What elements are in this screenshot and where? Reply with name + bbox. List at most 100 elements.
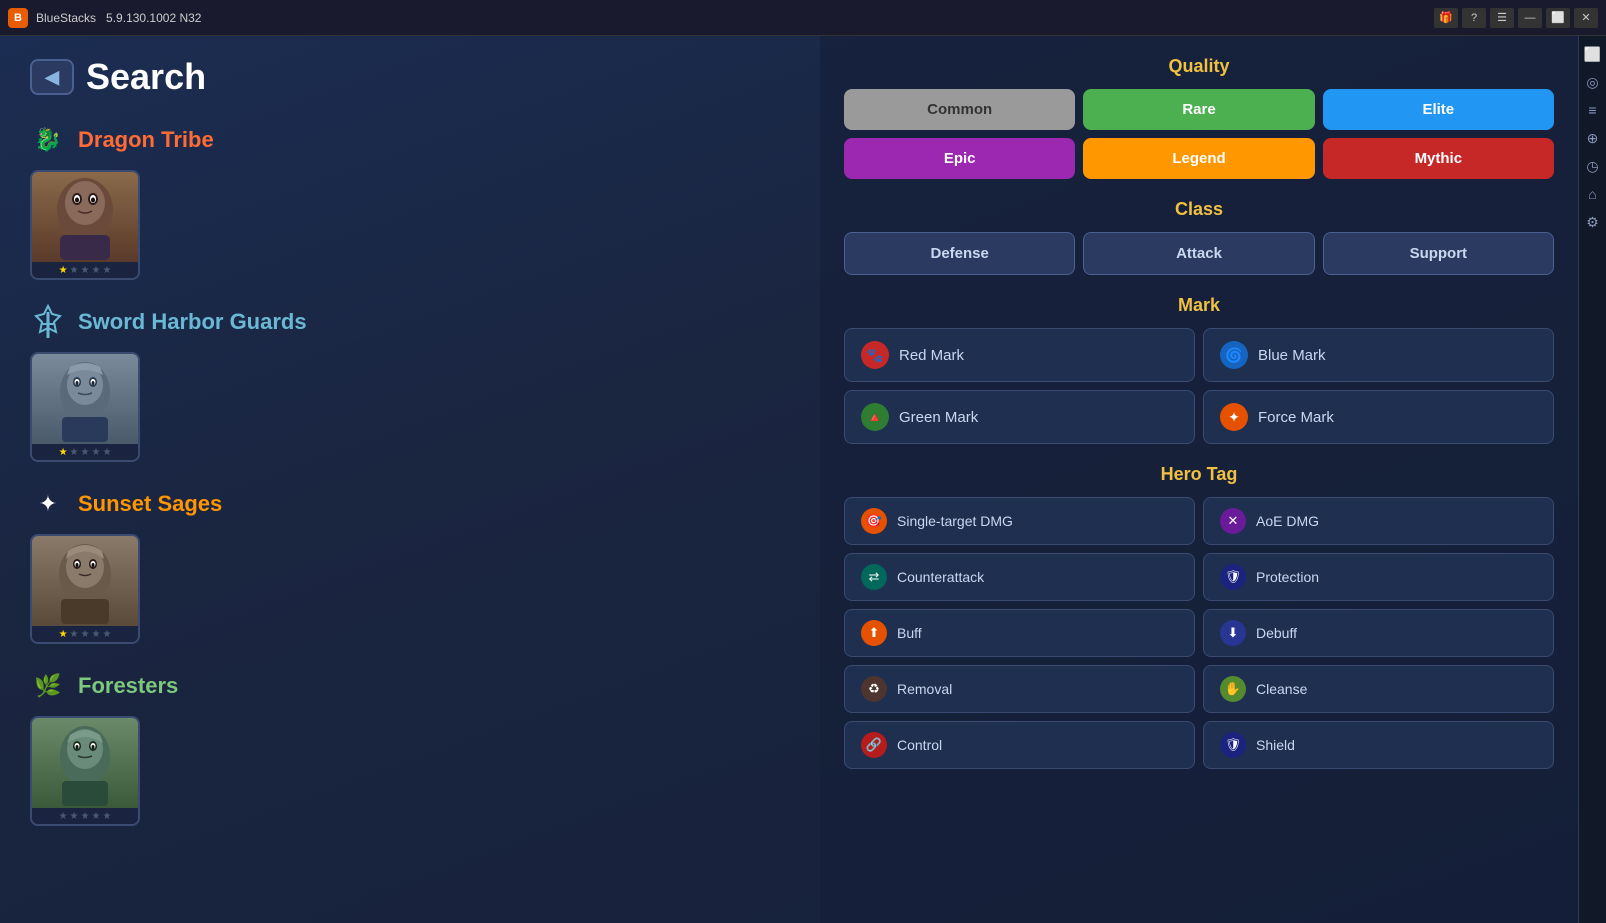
mark-force[interactable]: ✦ Force Mark [1203,390,1554,444]
tribe-sunset: ✦ Sunset Sages [30,486,790,644]
tribe-sunset-header: ✦ Sunset Sages [30,486,790,522]
tribe-sword-hero-stars: ★ ★ ★ ★ ★ [32,444,138,460]
tag-removal[interactable]: ♻ Removal [844,665,1195,713]
strip-icon-5[interactable]: ◷ [1583,156,1603,176]
tribe-foresters-hero-stars: ★ ★ ★ ★ ★ [32,808,138,824]
quality-elite-btn[interactable]: Elite [1323,89,1554,130]
hero-tag-grid: 🎯 Single-target DMG ✕ AoE DMG ⇄ Countera… [844,497,1554,769]
tribe-dragon-hero-card[interactable]: ★ ★ ★ ★ ★ [30,170,140,280]
tag-shield-label: Shield [1256,737,1295,753]
mark-red[interactable]: 🐾 Red Mark [844,328,1195,382]
tag-control-icon: 🔗 [861,732,887,758]
right-strip: ⬜ ◎ ≡ ⊕ ◷ ⌂ ⚙ [1578,36,1606,923]
tribe-dragon-header: 🐉 Dragon Tribe [30,122,790,158]
tag-counterattack-label: Counterattack [897,569,984,585]
tag-cleanse[interactable]: ✋ Cleanse [1203,665,1554,713]
tribe-sunset-hero-card[interactable]: ★ ★ ★ ★ ★ [30,534,140,644]
tag-control[interactable]: 🔗 Control [844,721,1195,769]
quality-common-btn[interactable]: Common [844,89,1075,130]
strip-icon-7[interactable]: ⚙ [1583,212,1603,232]
strip-icon-4[interactable]: ⊕ [1583,128,1603,148]
tribe-foresters-hero-card[interactable]: ★ ★ ★ ★ ★ [30,716,140,826]
tribe-dragon-hero-image [32,172,138,262]
tribe-sunset-icon: ✦ [30,486,66,522]
tag-single-dmg-icon: 🎯 [861,508,887,534]
close-btn[interactable]: ✕ [1574,8,1598,28]
strip-icon-6[interactable]: ⌂ [1583,184,1603,204]
strip-icon-1[interactable]: ⬜ [1583,44,1603,64]
tribe-foresters: 🌿 Foresters [30,668,790,826]
mark-blue[interactable]: 🌀 Blue Mark [1203,328,1554,382]
tag-removal-icon: ♻ [861,676,887,702]
quality-grid: Common Rare Elite Epic Legend Mythic [844,89,1554,179]
red-mark-label: Red Mark [899,347,964,364]
maximize-btn[interactable]: ⬜ [1546,8,1570,28]
tribe-dragon-name: Dragon Tribe [78,127,214,153]
green-mark-icon: 🔺 [861,403,889,431]
quality-title: Quality [844,56,1554,77]
tribe-foresters-header: 🌿 Foresters [30,668,790,704]
blue-mark-label: Blue Mark [1258,347,1326,364]
tag-cleanse-icon: ✋ [1220,676,1246,702]
tribe-sword-hero-card[interactable]: ★ ★ ★ ★ ★ [30,352,140,462]
blue-mark-icon: 🌀 [1220,341,1248,369]
class-section: Class Defense Attack Support [844,199,1554,275]
tag-debuff[interactable]: ⬇ Debuff [1203,609,1554,657]
class-support-btn[interactable]: Support [1323,232,1554,275]
minimize-btn[interactable]: — [1518,8,1542,28]
page-title: Search [86,56,206,98]
back-button[interactable]: ◀ [30,59,74,95]
titlebar: B BlueStacks 5.9.130.1002 N32 🎁 ? ☰ — ⬜ … [0,0,1606,36]
tribe-foresters-hero-image [32,718,138,808]
tag-buff[interactable]: ⬆ Buff [844,609,1195,657]
menu-btn[interactable]: ☰ [1490,8,1514,28]
tag-counterattack-icon: ⇄ [861,564,887,590]
tribe-foresters-name: Foresters [78,673,178,699]
tag-control-label: Control [897,737,942,753]
tag-protection[interactable]: 🛡 Protection [1203,553,1554,601]
class-grid: Defense Attack Support [844,232,1554,275]
hero-tag-section: Hero Tag 🎯 Single-target DMG ✕ AoE DMG ⇄… [844,464,1554,769]
tag-aoe-dmg-icon: ✕ [1220,508,1246,534]
class-defense-btn[interactable]: Defense [844,232,1075,275]
green-mark-label: Green Mark [899,409,978,426]
tag-protection-label: Protection [1256,569,1319,585]
tag-counterattack[interactable]: ⇄ Counterattack [844,553,1195,601]
mark-title: Mark [844,295,1554,316]
class-title: Class [844,199,1554,220]
strip-icon-2[interactable]: ◎ [1583,72,1603,92]
quality-section: Quality Common Rare Elite Epic Legend My… [844,56,1554,179]
tag-debuff-icon: ⬇ [1220,620,1246,646]
tribe-dragon: 🐉 Dragon Tribe [30,122,790,280]
mark-grid: 🐾 Red Mark 🌀 Blue Mark 🔺 Green Mark ✦ Fo… [844,328,1554,444]
quality-mythic-btn[interactable]: Mythic [1323,138,1554,179]
tag-aoe-dmg[interactable]: ✕ AoE DMG [1203,497,1554,545]
tribe-sword: Sword Harbor Guards [30,304,790,462]
app-title: BlueStacks 5.9.130.1002 N32 [36,11,1426,25]
tribe-sunset-hero-image [32,536,138,626]
class-attack-btn[interactable]: Attack [1083,232,1314,275]
search-header: ◀ Search [30,56,790,98]
tribe-dragon-icon: 🐉 [30,122,66,158]
quality-legend-btn[interactable]: Legend [1083,138,1314,179]
tribe-sunset-hero-stars: ★ ★ ★ ★ ★ [32,626,138,642]
help-btn[interactable]: ? [1462,8,1486,28]
mark-green[interactable]: 🔺 Green Mark [844,390,1195,444]
tag-single-dmg[interactable]: 🎯 Single-target DMG [844,497,1195,545]
quality-epic-btn[interactable]: Epic [844,138,1075,179]
tag-shield[interactable]: 🛡 Shield [1203,721,1554,769]
tribe-sword-name: Sword Harbor Guards [78,309,307,335]
strip-icon-3[interactable]: ≡ [1583,100,1603,120]
tag-cleanse-label: Cleanse [1256,681,1307,697]
tag-buff-label: Buff [897,625,922,641]
force-mark-label: Force Mark [1258,409,1334,426]
tag-debuff-label: Debuff [1256,625,1297,641]
tag-protection-icon: 🛡 [1220,564,1246,590]
tag-single-dmg-label: Single-target DMG [897,513,1013,529]
tribe-sword-hero-image [32,354,138,444]
app-icon: B [8,8,28,28]
left-panel: ◀ Search 🐉 Dragon Tribe [0,36,820,923]
tag-shield-icon: 🛡 [1220,732,1246,758]
quality-rare-btn[interactable]: Rare [1083,89,1314,130]
gift-btn[interactable]: 🎁 [1434,8,1458,28]
